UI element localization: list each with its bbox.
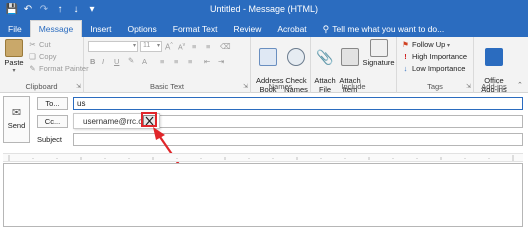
arrow-head (153, 127, 165, 140)
message-body[interactable] (3, 163, 523, 227)
ruler (3, 153, 523, 162)
ruler-ticks (8, 155, 514, 161)
